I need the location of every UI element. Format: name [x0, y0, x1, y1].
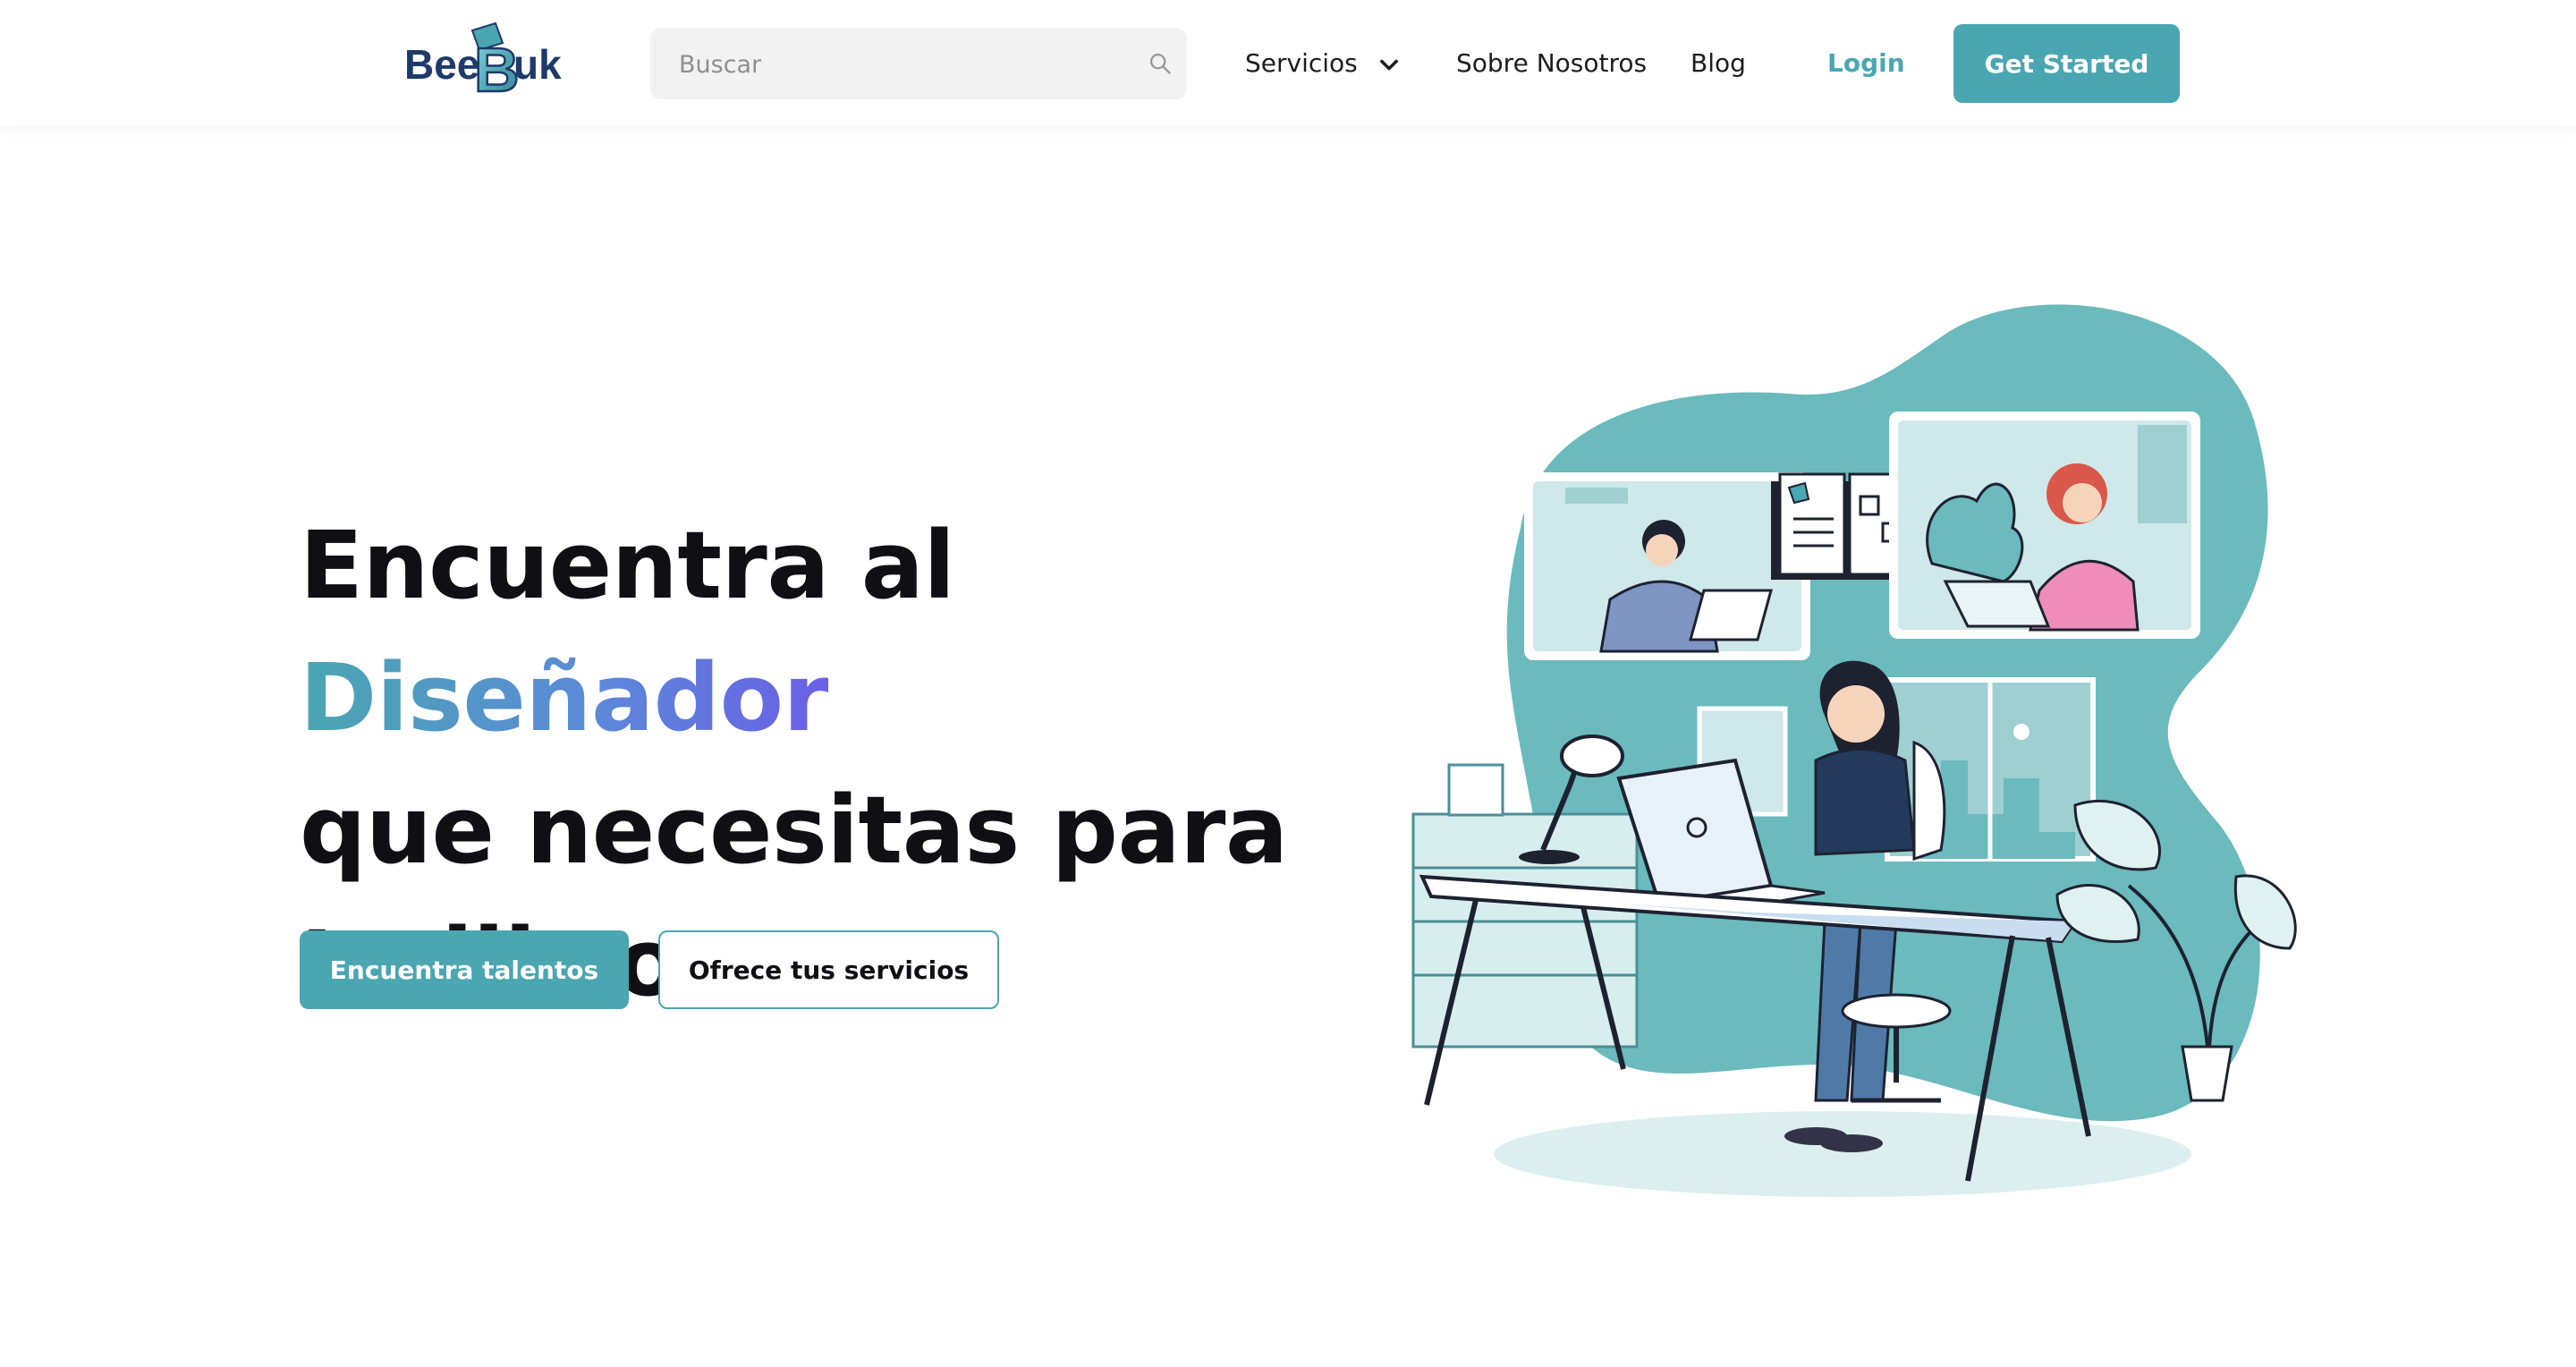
find-talent-button[interactable]: Encuentra talentos: [300, 930, 629, 1009]
video-call-tile-woman: [1889, 412, 2200, 639]
nav-about-link[interactable]: Sobre Nosotros: [1456, 44, 1647, 83]
hero-illustration: [1411, 304, 2297, 1197]
nav-services-dropdown[interactable]: Servicios: [1245, 44, 1402, 83]
offer-services-button[interactable]: Ofrece tus servicios: [658, 930, 999, 1009]
logo-text-letter: B: [474, 35, 520, 100]
search-input[interactable]: [677, 28, 1119, 101]
nav-services-label: Servicios: [1245, 48, 1358, 78]
hero-title-highlight: Diseñador: [300, 643, 829, 752]
hero-title-part1: Encuentra al: [300, 511, 955, 620]
get-started-button[interactable]: Get Started: [1953, 24, 2180, 103]
chevron-down-icon: [1379, 59, 1398, 71]
hero-title-line2: que necesitas para: [300, 776, 1288, 885]
login-link[interactable]: Login: [1827, 44, 1905, 83]
video-call-tile-man: [1524, 472, 1810, 660]
nav-blog-link[interactable]: Blog: [1690, 44, 1746, 83]
search-icon[interactable]: [1148, 51, 1173, 76]
search-bar: [650, 28, 1187, 101]
logo-text-right: uk: [513, 41, 562, 88]
beebuk-logo[interactable]: Bee B uk: [402, 20, 590, 100]
logo-text-left: Bee: [404, 41, 479, 88]
site-header: Bee B uk Servicios Sobre Nosotros Blog L…: [0, 0, 2576, 126]
